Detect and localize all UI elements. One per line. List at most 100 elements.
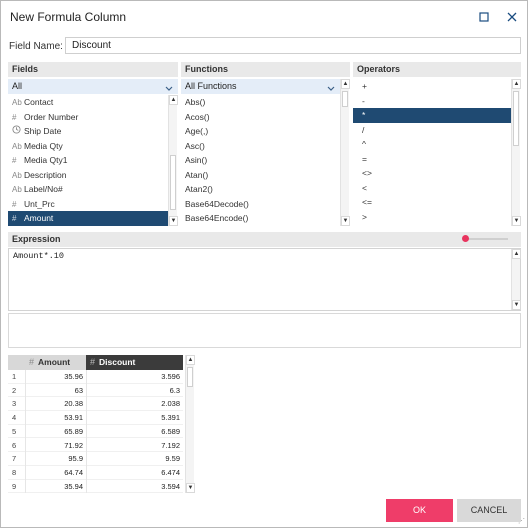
amount-cell: 65.89	[25, 424, 86, 439]
functions-panel: Functions All Functions Abs() Acos() Age(,…	[181, 62, 350, 227]
resize-grip-icon[interactable]: ⋰	[518, 518, 526, 526]
field-item[interactable]: Ab Contact	[8, 95, 168, 110]
function-item[interactable]: Base64Decode()	[181, 197, 340, 212]
number-type-icon: #	[12, 214, 17, 223]
scroll-down-icon[interactable]: ▼	[341, 216, 350, 226]
scroll-down-icon[interactable]: ▼	[512, 300, 521, 310]
function-item[interactable]: Base64Encode()	[181, 211, 340, 226]
column-header-amount[interactable]: # Amount	[25, 355, 86, 370]
scroll-up-icon[interactable]: ▲	[169, 95, 178, 105]
field-item[interactable]: Ab Label/No#	[8, 182, 168, 197]
function-item[interactable]: Asin()	[181, 153, 340, 168]
operators-panel: Operators + - * / ^ = <> < <= > ▲ ▼	[353, 62, 521, 227]
scroll-thumb[interactable]	[513, 91, 519, 146]
field-item[interactable]: Ab Description	[8, 168, 168, 183]
field-item-label: Ship Date	[24, 126, 62, 136]
operator-item[interactable]: ^	[353, 137, 511, 152]
ok-button[interactable]: OK	[386, 499, 453, 522]
table-row: 6 71.92 7.192	[8, 438, 183, 453]
operator-item[interactable]: <	[353, 181, 511, 196]
function-item[interactable]: Atan()	[181, 168, 340, 183]
discount-cell: 9.59	[86, 452, 183, 466]
field-item[interactable]: Ab Media Qty	[8, 139, 168, 154]
dialog-title: New Formula Column	[10, 10, 127, 24]
row-index: 1	[12, 372, 17, 381]
scroll-down-icon[interactable]: ▼	[186, 483, 195, 493]
functions-scrollbar[interactable]: ▲ ▼	[340, 79, 350, 226]
expression-scrollbar[interactable]: ▲ ▼	[511, 249, 521, 310]
operator-item[interactable]: +	[353, 79, 511, 94]
field-item[interactable]: # Amount	[8, 211, 168, 226]
scroll-thumb[interactable]	[187, 367, 193, 387]
operator-item[interactable]: /	[353, 123, 511, 138]
operator-item[interactable]: -	[353, 94, 511, 109]
zoom-slider[interactable]	[462, 235, 508, 242]
text-type-icon: Ab	[12, 170, 22, 180]
operators-header: Operators	[353, 62, 521, 77]
operator-item[interactable]: *	[353, 108, 511, 123]
row-index: 3	[12, 399, 17, 409]
amount-cell: 95.9	[25, 452, 86, 466]
fields-scrollbar[interactable]: ▲ ▼	[168, 95, 178, 226]
number-type-icon: #	[12, 112, 17, 122]
fields-filter-value: All	[12, 81, 23, 91]
function-item[interactable]: Age(,)	[181, 124, 340, 139]
field-item[interactable]: Ship Date	[8, 124, 168, 139]
function-item[interactable]: Acos()	[181, 110, 340, 125]
scroll-up-icon[interactable]: ▲	[186, 355, 195, 365]
field-item-label: Contact	[24, 97, 54, 107]
field-item-label: Amount	[24, 213, 54, 223]
row-index: 7	[12, 454, 17, 464]
field-name-input[interactable]	[65, 37, 521, 54]
functions-filter-dropdown[interactable]: All Functions	[181, 79, 340, 94]
scroll-up-icon[interactable]: ▲	[341, 79, 350, 89]
maximize-icon[interactable]	[476, 9, 492, 25]
column-header-label: Discount	[99, 357, 136, 367]
discount-cell: 2.038	[86, 397, 183, 412]
table-row: 5 65.89 6.589	[8, 424, 183, 439]
scroll-up-icon[interactable]: ▲	[512, 79, 521, 89]
table-row: 2 63 6.3	[8, 383, 183, 398]
scroll-up-icon[interactable]: ▲	[512, 249, 521, 259]
field-item[interactable]: # Media Qty1	[8, 153, 168, 168]
row-index: 8	[12, 467, 17, 477]
scroll-down-icon[interactable]: ▼	[169, 216, 178, 226]
operator-item[interactable]: >	[353, 210, 511, 225]
clock-icon	[12, 125, 24, 140]
field-item-label: Label/No#	[24, 184, 63, 194]
field-item[interactable]: # Unt_Prc	[8, 197, 168, 212]
scroll-thumb[interactable]	[170, 155, 176, 210]
zoom-handle[interactable]	[462, 235, 469, 242]
scroll-down-icon[interactable]: ▼	[512, 216, 521, 226]
operator-item[interactable]: <>	[353, 166, 511, 181]
row-index: 6	[12, 440, 17, 450]
operators-scrollbar[interactable]: ▲ ▼	[511, 79, 521, 226]
field-item[interactable]: # Order Number	[8, 110, 168, 125]
table-row: 7 95.9 9.59	[8, 452, 183, 466]
number-type-icon: #	[29, 357, 35, 367]
function-item[interactable]: Asc()	[181, 139, 340, 154]
cancel-button[interactable]: CANCEL	[457, 499, 521, 522]
new-formula-column-dialog: New Formula Column Field Name: Fields Al…	[0, 0, 528, 528]
close-icon[interactable]	[504, 9, 520, 25]
operator-item[interactable]: =	[353, 152, 511, 167]
expression-label: Expression	[12, 234, 61, 244]
column-header-discount[interactable]: # Discount	[86, 355, 183, 370]
function-item[interactable]: Atan2()	[181, 182, 340, 197]
expression-editor[interactable]: Amount*.10 ▲ ▼	[8, 248, 521, 311]
expression-text: Amount*.10	[13, 251, 65, 261]
table-row: 3 20.38 2.038	[8, 397, 183, 412]
field-item-label: Description	[24, 169, 67, 180]
operator-item[interactable]: <=	[353, 195, 511, 210]
field-item-label: Order Number	[24, 111, 79, 122]
row-index: 4	[12, 413, 17, 423]
scroll-thumb[interactable]	[342, 91, 348, 107]
field-item-label: Media Qty1	[24, 155, 68, 165]
fields-filter-dropdown[interactable]: All	[8, 79, 178, 94]
field-item-label: Unt_Prc	[24, 198, 55, 209]
operators-list: + - * / ^ = <> < <= >	[353, 79, 511, 226]
function-item[interactable]: Abs()	[181, 95, 340, 110]
grid-scrollbar[interactable]: ▲ ▼	[185, 355, 195, 493]
row-index: 5	[12, 426, 17, 436]
title-bar: New Formula Column	[1, 1, 527, 33]
